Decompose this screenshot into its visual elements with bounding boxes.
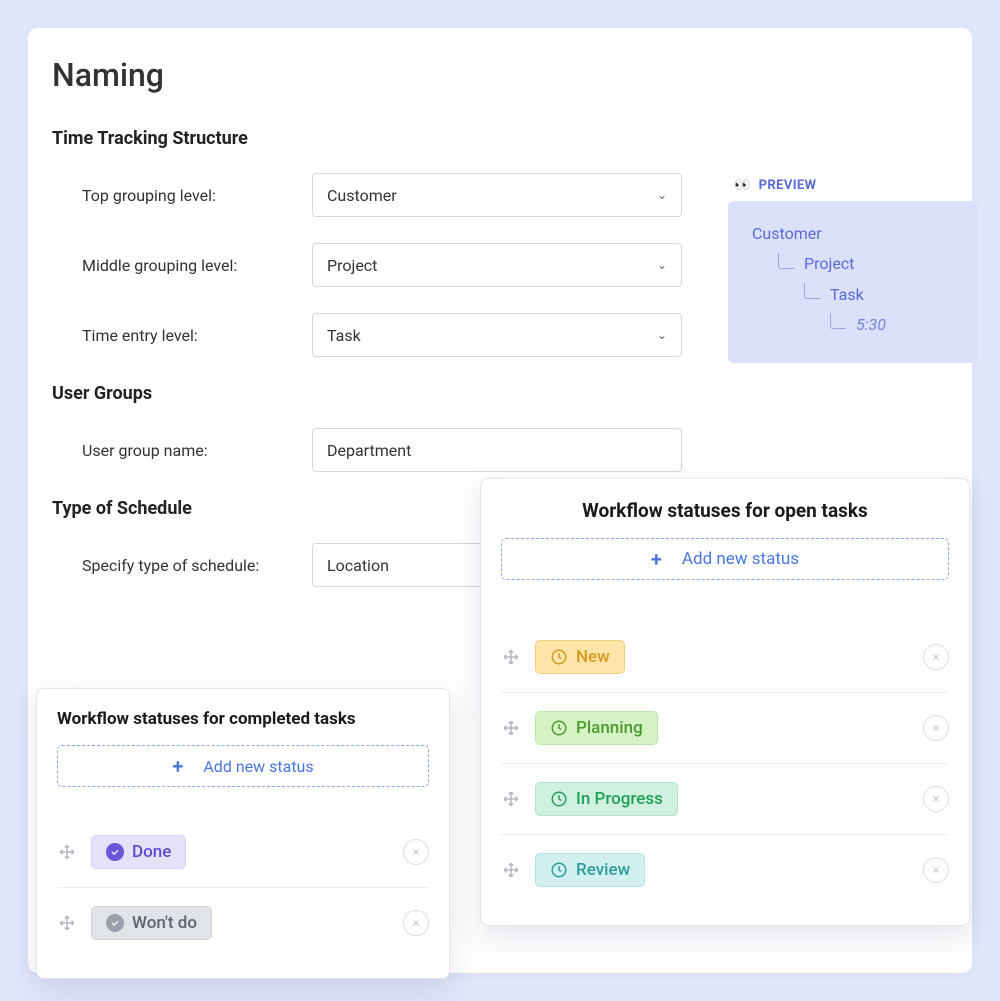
drag-handle-icon[interactable] [501, 648, 521, 666]
select-time-entry-value: Task [327, 326, 361, 345]
tree-elbow-icon [830, 313, 846, 329]
delete-status-button[interactable] [923, 786, 949, 812]
preview-level-1-text: Project [804, 249, 854, 279]
workflow-open-panel: Workflow statuses for open tasks + Add n… [480, 478, 970, 926]
drag-handle-icon[interactable] [57, 914, 77, 932]
check-circle-icon [106, 843, 124, 861]
status-row: Planning [501, 692, 949, 763]
delete-status-button[interactable] [923, 857, 949, 883]
page-title: Naming [52, 56, 948, 94]
status-name: In Progress [576, 789, 663, 809]
row-user-group-name: User group name: Department [52, 428, 948, 472]
select-middle-grouping[interactable]: Project ⌄ [312, 243, 682, 287]
drag-handle-icon[interactable] [501, 861, 521, 879]
status-name: Planning [576, 718, 643, 738]
status-row: Review [501, 834, 949, 905]
open-status-list: New Planning In Progress Review [501, 622, 949, 905]
drag-handle-icon[interactable] [57, 843, 77, 861]
drag-handle-icon[interactable] [501, 790, 521, 808]
preview-level-1: Project [752, 249, 960, 279]
plus-icon: + [172, 754, 183, 778]
select-time-entry[interactable]: Task ⌄ [312, 313, 682, 357]
clock-icon [550, 861, 568, 879]
label-time-entry: Time entry level: [82, 326, 312, 345]
drag-handle-icon[interactable] [501, 719, 521, 737]
select-top-grouping[interactable]: Customer ⌄ [312, 173, 682, 217]
workflow-completed-panel: Workflow statuses for completed tasks + … [36, 688, 450, 979]
chevron-down-icon: ⌄ [657, 328, 667, 342]
status-row: Won't do [57, 887, 429, 958]
preview-level-0: Customer [752, 219, 960, 249]
label-schedule-type: Specify type of schedule: [82, 556, 312, 575]
add-status-completed-label: Add new status [203, 757, 313, 776]
closed-status-list: Done Won't do [57, 817, 429, 958]
status-name: Won't do [132, 913, 197, 933]
status-name: Review [576, 860, 630, 880]
clock-icon [550, 719, 568, 737]
preview-level-2: Task [752, 280, 960, 310]
status-row: New [501, 622, 949, 692]
input-user-group-name-value: Department [327, 441, 411, 460]
tree-elbow-icon [804, 283, 820, 299]
check-circle-icon [106, 914, 124, 932]
status-name: Done [132, 842, 171, 862]
chevron-down-icon: ⌄ [657, 188, 667, 202]
input-user-group-name[interactable]: Department [312, 428, 682, 472]
status-badge[interactable]: In Progress [535, 782, 678, 816]
add-status-open-label: Add new status [682, 549, 799, 569]
status-badge[interactable]: Won't do [91, 906, 212, 940]
settings-panel: Naming Time Tracking Structure Top group… [28, 28, 972, 973]
add-status-completed-button[interactable]: + Add new status [57, 745, 429, 787]
plus-icon: + [651, 547, 662, 571]
status-row: In Progress [501, 763, 949, 834]
preview-level-0-text: Customer [752, 219, 822, 249]
input-schedule-type-value: Location [327, 556, 389, 575]
status-badge[interactable]: Review [535, 853, 645, 887]
workflow-open-title: Workflow statuses for open tasks [501, 499, 949, 522]
preview-label: 👀 PREVIEW [728, 178, 978, 193]
clock-icon [550, 648, 568, 666]
preview-card: 👀 PREVIEW Customer Project Task 5:30 [728, 178, 978, 363]
label-user-group-name: User group name: [82, 441, 312, 460]
workflow-completed-title: Workflow statuses for completed tasks [57, 709, 429, 729]
add-status-open-button[interactable]: + Add new status [501, 538, 949, 580]
chevron-down-icon: ⌄ [657, 258, 667, 272]
status-row: Done [57, 817, 429, 887]
tree-elbow-icon [778, 253, 794, 269]
section-title-structure: Time Tracking Structure [52, 128, 948, 149]
select-middle-grouping-value: Project [327, 256, 377, 275]
eyes-icon: 👀 [734, 178, 751, 193]
select-top-grouping-value: Customer [327, 186, 397, 205]
status-name: New [576, 647, 610, 667]
clock-icon [550, 790, 568, 808]
preview-label-text: PREVIEW [759, 178, 817, 193]
status-badge[interactable]: New [535, 640, 625, 674]
label-top-grouping: Top grouping level: [82, 186, 312, 205]
status-badge[interactable]: Planning [535, 711, 658, 745]
status-badge[interactable]: Done [91, 835, 186, 869]
section-title-user-groups: User Groups [52, 383, 948, 404]
preview-level-2-text: Task [830, 280, 864, 310]
preview-time-entry: 5:30 [752, 310, 960, 340]
preview-time-text: 5:30 [856, 310, 886, 340]
preview-tree: Customer Project Task 5:30 [728, 201, 978, 363]
delete-status-button[interactable] [403, 839, 429, 865]
delete-status-button[interactable] [403, 910, 429, 936]
delete-status-button[interactable] [923, 644, 949, 670]
delete-status-button[interactable] [923, 715, 949, 741]
label-middle-grouping: Middle grouping level: [82, 256, 312, 275]
